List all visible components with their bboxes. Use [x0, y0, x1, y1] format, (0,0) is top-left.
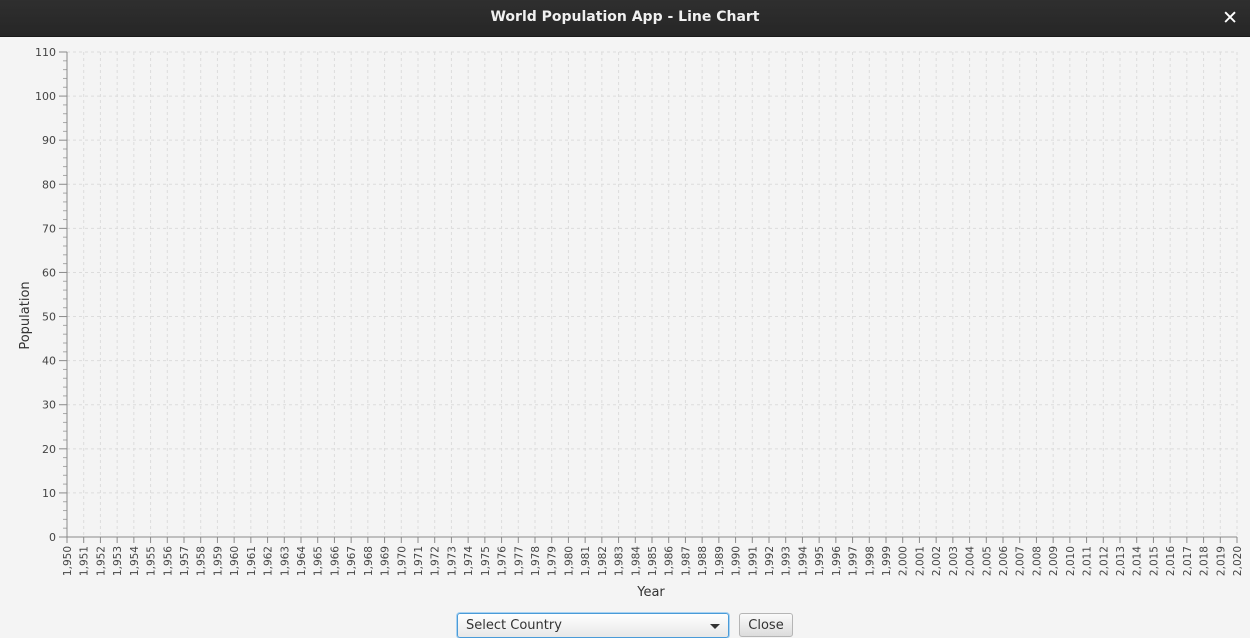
x-tick-label: 2,012 [1098, 546, 1110, 576]
x-tick-label: 2,017 [1182, 546, 1194, 576]
y-tick-label: 10 [42, 487, 56, 500]
x-tick-label: 1,956 [162, 546, 174, 576]
y-axis-label: Population [18, 281, 33, 349]
x-tick-label: 1,973 [446, 546, 458, 576]
x-tick-label: 1,967 [346, 546, 358, 576]
x-tick-label: 2,002 [931, 546, 943, 576]
x-tick-label: 1,994 [797, 546, 809, 576]
x-tick-label: 1,985 [647, 546, 659, 576]
x-tick-label: 2,007 [1015, 546, 1027, 576]
x-tick-label: 2,003 [948, 546, 960, 576]
y-tick-label: 50 [42, 311, 56, 324]
x-axis-label: Year [636, 585, 665, 600]
y-tick-label: 70 [42, 222, 56, 235]
x-tick-label: 1,992 [764, 546, 776, 576]
x-tick-label: 1,977 [513, 546, 525, 576]
x-tick-label: 1,978 [530, 546, 542, 576]
x-tick-label: 1,976 [497, 546, 509, 576]
x-tick-label: 1,984 [630, 546, 642, 576]
x-tick-label: 1,962 [263, 546, 275, 576]
x-tick-label: 2,000 [898, 546, 910, 576]
x-tick-label: 2,014 [1132, 546, 1144, 576]
x-tick-label: 1,959 [212, 546, 224, 576]
x-tick-label: 1,998 [864, 546, 876, 576]
x-tick-label: 2,020 [1232, 546, 1244, 576]
x-tick-label: 2,006 [998, 546, 1010, 576]
window-title: World Population App - Line Chart [490, 9, 760, 25]
x-tick-label: 1,979 [547, 546, 559, 576]
line-chart: 0 10 20 30 40 50 60 70 80 90 100 110 1,950 1,951 1,952… [18, 46, 1244, 600]
y-tick-label: 90 [42, 134, 56, 147]
x-tick-label: 2,005 [981, 546, 993, 576]
x-tick-label: 1,995 [814, 546, 826, 576]
x-tick-label: 1,960 [229, 546, 241, 576]
x-tick-label: 1,964 [296, 546, 308, 576]
close-icon[interactable]: ✕ [1222, 6, 1238, 30]
x-tick-label: 1,954 [129, 546, 141, 576]
x-tick-label: 1,987 [680, 546, 692, 576]
x-tick-label: 1,981 [580, 546, 592, 576]
y-tick-label: 100 [35, 90, 56, 103]
x-tick-label: 2,010 [1065, 546, 1077, 576]
x-tick-label: 1,966 [329, 546, 341, 576]
x-tick-label: 1,983 [614, 546, 626, 576]
x-tick-label: 1,986 [664, 546, 676, 576]
x-tick-label: 2,008 [1031, 546, 1043, 576]
x-tick-label: 1,996 [831, 546, 843, 576]
x-tick-label: 1,975 [480, 546, 492, 576]
x-tick-label: 1,951 [79, 546, 91, 576]
x-tick-label: 1,950 [62, 546, 74, 576]
x-tick-label: 2,009 [1048, 546, 1060, 576]
x-tick-label: 1,989 [714, 546, 726, 576]
x-tick-label: 2,015 [1148, 546, 1160, 576]
close-button[interactable]: Close [739, 613, 793, 637]
chevron-down-icon [710, 624, 720, 629]
y-tick-label: 20 [42, 443, 56, 456]
y-tick-label: 110 [35, 46, 56, 59]
x-tick-label: 1,974 [463, 546, 475, 576]
y-tick-label: 80 [42, 178, 56, 191]
window-titlebar: World Population App - Line Chart ✕ [0, 0, 1250, 37]
x-tick-label: 1,988 [697, 546, 709, 576]
x-tick-label: 2,018 [1199, 546, 1211, 576]
x-tick-label: 1,969 [380, 546, 392, 576]
y-tick-label: 30 [42, 399, 56, 412]
x-tick-label: 1,955 [146, 546, 158, 576]
y-tick-label: 0 [49, 531, 56, 544]
x-tick-label: 1,997 [848, 546, 860, 576]
x-tick-label: 1,957 [179, 546, 191, 576]
x-tick-label: 1,991 [747, 546, 759, 576]
x-tick-label: 1,961 [246, 546, 258, 576]
x-tick-label: 1,965 [313, 546, 325, 576]
x-tick-label: 1,972 [430, 546, 442, 576]
x-tick-label: 2,001 [914, 546, 926, 576]
x-tick-label: 1,970 [396, 546, 408, 576]
x-tick-label: 1,963 [279, 546, 291, 576]
x-tick-label: 2,016 [1165, 546, 1177, 576]
x-tick-label: 1,993 [781, 546, 793, 576]
x-tick-label: 1,958 [196, 546, 208, 576]
x-tick-label: 1,980 [563, 546, 575, 576]
x-tick-label: 1,999 [881, 546, 893, 576]
x-tick-label: 1,968 [363, 546, 375, 576]
x-tick-label: 1,952 [95, 546, 107, 576]
country-select-label: Select Country [466, 618, 562, 633]
x-tick-label: 1,953 [112, 546, 124, 576]
x-tick-label: 2,004 [965, 546, 977, 576]
x-tick-label: 1,982 [597, 546, 609, 576]
x-tick-label: 2,013 [1115, 546, 1127, 576]
x-tick-label: 1,971 [413, 546, 425, 576]
x-tick-label: 2,019 [1215, 546, 1227, 576]
x-tick-label: 2,011 [1082, 546, 1094, 576]
y-tick-label: 40 [42, 355, 56, 368]
y-tick-label: 60 [42, 266, 56, 279]
country-select[interactable]: Select Country [457, 613, 729, 638]
x-tick-label: 1,990 [731, 546, 743, 576]
